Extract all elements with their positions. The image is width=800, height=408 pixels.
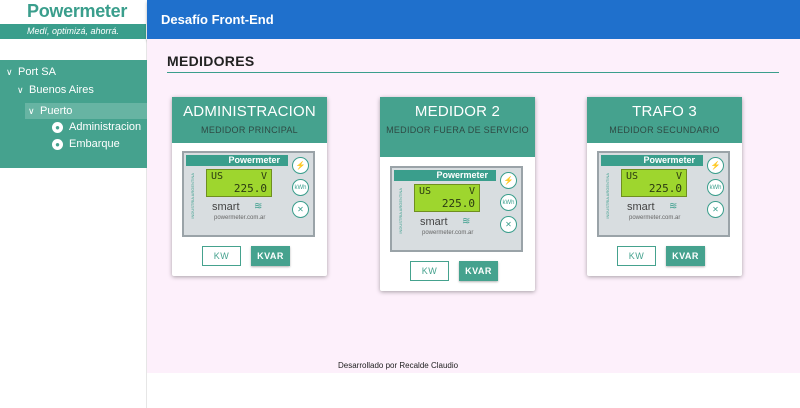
location-tree: ∨ Port SA ∨ Buenos Aires ∨ Puerto ● Admi…	[0, 60, 147, 168]
card-title: TRAFO 3	[632, 103, 697, 120]
meter-card-administracion: ADMINISTRACION MEDIDOR PRINCIPAL Powerme…	[172, 97, 327, 276]
chevron-down-icon: ∨	[28, 105, 35, 116]
meter-url: powermeter.com.ar	[214, 215, 266, 221]
card-header: ADMINISTRACION MEDIDOR PRINCIPAL	[172, 97, 327, 143]
meter-smart-label: smart	[420, 216, 448, 228]
meter-url: powermeter.com.ar	[422, 230, 474, 236]
meter-smart-label: smart	[627, 201, 655, 213]
brand-tagline: Medí, optimizá, ahorrá.	[0, 24, 146, 39]
wifi-icon: ≋	[254, 201, 263, 212]
tree-node-label: Port SA	[18, 66, 56, 78]
meter-card-trafo-3: TRAFO 3 MEDIDOR SECUNDARIO Powermeter IN…	[587, 97, 742, 276]
kw-button[interactable]: KW	[617, 246, 656, 266]
kwh-icon: kWh	[292, 179, 309, 196]
tree-leaf-label: Administracion	[69, 121, 142, 133]
tree-leaf-label: Embarque	[69, 138, 120, 150]
lcd-label-right: V	[675, 171, 682, 182]
card-subtitle: MEDIDOR PRINCIPAL	[201, 125, 298, 135]
meter-lcd: US V 225.0	[414, 184, 480, 212]
card-title: ADMINISTRACION	[183, 103, 316, 120]
page-title: Desafío Front-End	[161, 12, 274, 27]
kvar-button[interactable]: KVAR	[459, 261, 498, 281]
wifi-icon: ≋	[669, 201, 678, 212]
tree-node-site[interactable]: ∨ Puerto	[25, 103, 147, 119]
lcd-label-left: US	[626, 171, 639, 182]
lcd-label-right: V	[260, 171, 267, 182]
kvar-button[interactable]: KVAR	[666, 246, 705, 266]
meter-image: Powermeter INDUSTRIA ARGENTINA US V 225.…	[182, 151, 315, 237]
location-pin-icon: ●	[52, 138, 63, 150]
card-header: TRAFO 3 MEDIDOR SECUNDARIO	[587, 97, 742, 143]
kw-button[interactable]: KW	[410, 261, 449, 281]
meter-url: powermeter.com.ar	[629, 215, 681, 221]
lcd-label-left: US	[211, 171, 224, 182]
chevron-down-icon: ∨	[17, 84, 24, 95]
meter-lcd: US V 225.0	[206, 169, 272, 197]
bolt-icon: ⚡	[707, 157, 724, 174]
location-pin-icon: ●	[52, 121, 63, 133]
section-divider	[167, 72, 779, 73]
tree-node-label: Buenos Aires	[29, 84, 94, 96]
main-content: MEDIDORES ADMINISTRACION MEDIDOR PRINCIP…	[147, 39, 800, 373]
kvar-button[interactable]: KVAR	[251, 246, 290, 266]
meter-side-text: INDUSTRIA ARGENTINA	[190, 173, 195, 219]
kwh-icon: kWh	[707, 179, 724, 196]
card-title: MEDIDOR 2	[414, 103, 501, 120]
chevron-down-icon: ∨	[6, 66, 13, 77]
card-subtitle: MEDIDOR SECUNDARIO	[609, 125, 720, 135]
sidebar: Powermeter Medí, optimizá, ahorrá. ∨ Por…	[0, 0, 147, 408]
tools-icon: ✕	[707, 201, 724, 218]
meter-brand: Powermeter	[601, 155, 703, 166]
lcd-label-left: US	[419, 186, 432, 197]
wifi-icon: ≋	[462, 216, 471, 227]
meter-image: Powermeter INDUSTRIA ARGENTINA US V 225.…	[597, 151, 730, 237]
meter-card-medidor-2: MEDIDOR 2 MEDIDOR FUERA DE SERVICIO Powe…	[380, 97, 535, 291]
tree-node-company[interactable]: ∨ Port SA	[6, 64, 56, 80]
meter-smart-label: smart	[212, 201, 240, 213]
brand-name: Powermeter	[27, 1, 128, 21]
tree-node-region[interactable]: ∨ Buenos Aires	[17, 82, 94, 98]
lcd-label-right: V	[468, 186, 475, 197]
meter-side-text: INDUSTRIA ARGENTINA	[605, 173, 610, 219]
card-subtitle: MEDIDOR FUERA DE SERVICIO	[386, 125, 529, 135]
brand-logo: Powermeter Medí, optimizá, ahorrá.	[0, 0, 147, 40]
tools-icon: ✕	[292, 201, 309, 218]
meter-side-text: INDUSTRIA ARGENTINA	[398, 188, 403, 234]
meter-lcd: US V 225.0	[621, 169, 687, 197]
kw-button[interactable]: KW	[202, 246, 241, 266]
tools-icon: ✕	[500, 216, 517, 233]
meter-image: Powermeter INDUSTRIA ARGENTINA US V 225.…	[390, 166, 523, 252]
lcd-value: 225.0	[233, 182, 267, 195]
bolt-icon: ⚡	[500, 172, 517, 189]
tree-leaf-embarque[interactable]: ● Embarque	[52, 136, 120, 152]
kwh-icon: kWh	[500, 194, 517, 211]
footer-credit: Desarrollado por Recalde Claudio	[338, 361, 459, 370]
tree-leaf-administracion[interactable]: ● Administracion	[52, 119, 141, 135]
lcd-value: 225.0	[441, 197, 475, 210]
app-header: Desafío Front-End	[147, 0, 800, 39]
bolt-icon: ⚡	[292, 157, 309, 174]
meter-brand: Powermeter	[186, 155, 288, 166]
section-title: MEDIDORES	[167, 53, 255, 69]
meter-brand: Powermeter	[394, 170, 496, 181]
lcd-value: 225.0	[648, 182, 682, 195]
card-header: MEDIDOR 2 MEDIDOR FUERA DE SERVICIO	[380, 97, 535, 157]
tree-node-label: Puerto	[40, 105, 73, 117]
